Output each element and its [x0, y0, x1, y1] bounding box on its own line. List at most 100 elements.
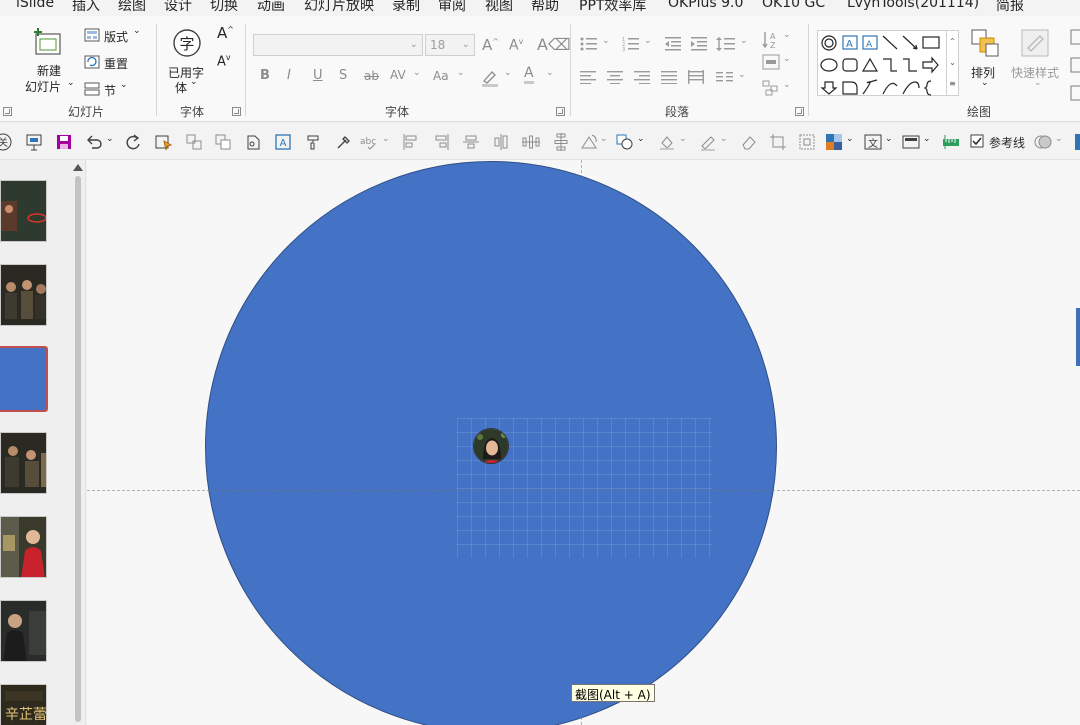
- chevron-down-icon[interactable]: ⌄: [923, 134, 931, 144]
- menu-lvyhtools[interactable]: LvyhTools(201114): [847, 0, 979, 11]
- merge-shapes-icon[interactable]: [1034, 133, 1052, 151]
- dialog-launcher-icon[interactable]: [795, 107, 804, 116]
- text-direction-icon[interactable]: AZ: [762, 30, 780, 50]
- section-button[interactable]: 节 ⌄: [84, 80, 134, 100]
- align-center-icon[interactable]: [607, 70, 623, 84]
- group-icon[interactable]: [185, 133, 203, 151]
- shape-effects-icon[interactable]: [1068, 84, 1080, 102]
- columns-icon[interactable]: [716, 70, 734, 84]
- menu-insert[interactable]: 插入: [72, 0, 100, 15]
- decrease-font-size-icon[interactable]: Av: [217, 53, 231, 69]
- select-objects-icon[interactable]: [155, 133, 173, 151]
- reset-button[interactable]: 重置: [84, 53, 134, 73]
- align-right-icon[interactable]: [634, 70, 650, 84]
- presentation-icon[interactable]: [25, 133, 43, 151]
- menu-record[interactable]: 录制: [392, 0, 420, 15]
- format-painter-icon[interactable]: [305, 133, 323, 151]
- justify-icon[interactable]: [661, 70, 677, 84]
- shapes-gallery[interactable]: A A ⌃ ⌄ ≡: [817, 30, 959, 96]
- shrink-font-icon[interactable]: Av: [509, 37, 523, 54]
- outline-color-icon[interactable]: [699, 133, 717, 151]
- menu-ppt-library[interactable]: PPT效率库: [579, 0, 646, 15]
- dialog-launcher-icon[interactable]: [556, 107, 565, 116]
- touch-mode-icon[interactable]: 关: [0, 133, 12, 151]
- character-spacing-button[interactable]: AV: [390, 68, 406, 82]
- font-size-combobox[interactable]: 18 ⌄: [425, 34, 475, 56]
- line-spacing-icon[interactable]: [716, 36, 736, 52]
- menu-help[interactable]: 帮助: [531, 0, 559, 15]
- chevron-down-icon[interactable]: ⌄: [382, 134, 390, 144]
- change-case-button[interactable]: Aa: [433, 69, 449, 83]
- chevron-down-icon[interactable]: ⌄: [885, 134, 893, 144]
- italic-button[interactable]: I: [287, 68, 291, 83]
- new-slide-button[interactable]: 新建 幻灯片 ⌄: [22, 26, 76, 96]
- slide-editing-area[interactable]: 截图(Alt + A): [87, 160, 1080, 725]
- edit-points-icon[interactable]: [244, 133, 262, 151]
- font-color-button[interactable]: A: [524, 65, 534, 84]
- slide-thumbnail[interactable]: [0, 516, 47, 578]
- right-edge-handle[interactable]: [1076, 308, 1080, 366]
- font-name-combobox[interactable]: ⌄: [253, 34, 423, 56]
- dialog-launcher-icon[interactable]: [3, 107, 12, 116]
- menu-transitions[interactable]: 切换: [210, 0, 238, 15]
- bullets-icon[interactable]: [580, 36, 598, 52]
- vertical-guide-line[interactable]: [581, 160, 582, 725]
- toolbar-overflow[interactable]: [1075, 134, 1080, 150]
- underline-button[interactable]: U: [313, 68, 323, 83]
- align-right-objects-icon[interactable]: [432, 133, 450, 151]
- undo-icon[interactable]: [85, 133, 103, 151]
- menu-islide[interactable]: iSlide: [16, 0, 54, 11]
- used-fonts-button[interactable]: 字 已用字 体 ⌄: [166, 26, 210, 96]
- clear-formatting-icon[interactable]: A⌫: [537, 35, 571, 54]
- rotate-icon[interactable]: [580, 133, 598, 151]
- convert-text-icon[interactable]: 文: [864, 133, 882, 151]
- increase-indent-icon[interactable]: [690, 36, 708, 52]
- distributed-icon[interactable]: [688, 70, 704, 84]
- menu-okplus[interactable]: OKPlus 9.0: [668, 0, 743, 11]
- selection-pane-icon[interactable]: [798, 133, 816, 151]
- align-middle-objects-icon[interactable]: [492, 133, 510, 151]
- layout-button[interactable]: 版式 ⌄: [84, 26, 146, 46]
- shape-outline-icon[interactable]: [1068, 56, 1080, 74]
- scroll-up-icon[interactable]: [73, 164, 83, 171]
- gallery-more-icon[interactable]: ≡: [947, 73, 958, 94]
- decrease-indent-icon[interactable]: [664, 36, 682, 52]
- shape-fill-icon[interactable]: [1068, 28, 1080, 46]
- slide-thumbnail[interactable]: [0, 432, 47, 494]
- menu-view[interactable]: 视图: [485, 0, 513, 15]
- chevron-down-icon[interactable]: ⌄: [106, 134, 114, 144]
- slide-canvas[interactable]: 截图(Alt + A): [87, 160, 1080, 725]
- distribute-horizontal-icon[interactable]: [522, 133, 540, 151]
- chevron-down-icon[interactable]: ⌄: [637, 134, 645, 144]
- chevron-down-icon[interactable]: ⌄: [720, 134, 728, 144]
- align-left-icon[interactable]: [580, 70, 596, 84]
- shape-fill-palette-icon[interactable]: [616, 133, 634, 151]
- menu-draw[interactable]: 绘图: [118, 0, 146, 15]
- slide-thumbnail[interactable]: 辛芷蕾: [0, 684, 47, 725]
- bold-button[interactable]: B: [260, 68, 270, 83]
- eyedropper-icon[interactable]: [335, 133, 353, 151]
- increase-font-size-icon[interactable]: A^: [217, 24, 234, 42]
- thumbnail-scrollbar[interactable]: [73, 162, 83, 722]
- highlight-color-icon[interactable]: [480, 68, 500, 88]
- layout-view-icon[interactable]: [902, 133, 920, 151]
- dialog-launcher-icon[interactable]: [232, 107, 241, 116]
- menu-ok10[interactable]: OK10 GC: [762, 0, 825, 11]
- menu-review[interactable]: 审阅: [438, 0, 466, 15]
- menu-design[interactable]: 设计: [164, 0, 192, 15]
- guides-label[interactable]: 参考线: [989, 134, 1025, 151]
- align-text-icon[interactable]: [762, 54, 780, 70]
- slide-thumbnail-selected[interactable]: [0, 346, 48, 412]
- slide-thumbnail[interactable]: [0, 600, 47, 662]
- menu-briefing[interactable]: 简报: [996, 0, 1024, 15]
- redo-icon[interactable]: [124, 133, 142, 151]
- text-shadow-button[interactable]: S: [339, 68, 347, 83]
- menu-animations[interactable]: 动画: [257, 0, 285, 15]
- gallery-scroll[interactable]: ⌃ ⌄ ≡: [946, 31, 958, 95]
- smartart-icon[interactable]: [762, 80, 780, 96]
- quick-styles-button[interactable]: 快速样式 ⌄: [1010, 26, 1066, 98]
- strikethrough-button[interactable]: ab: [364, 69, 379, 83]
- save-icon[interactable]: [55, 133, 73, 151]
- ruler-guides-icon[interactable]: [942, 133, 960, 151]
- text-box-icon[interactable]: A: [274, 133, 292, 151]
